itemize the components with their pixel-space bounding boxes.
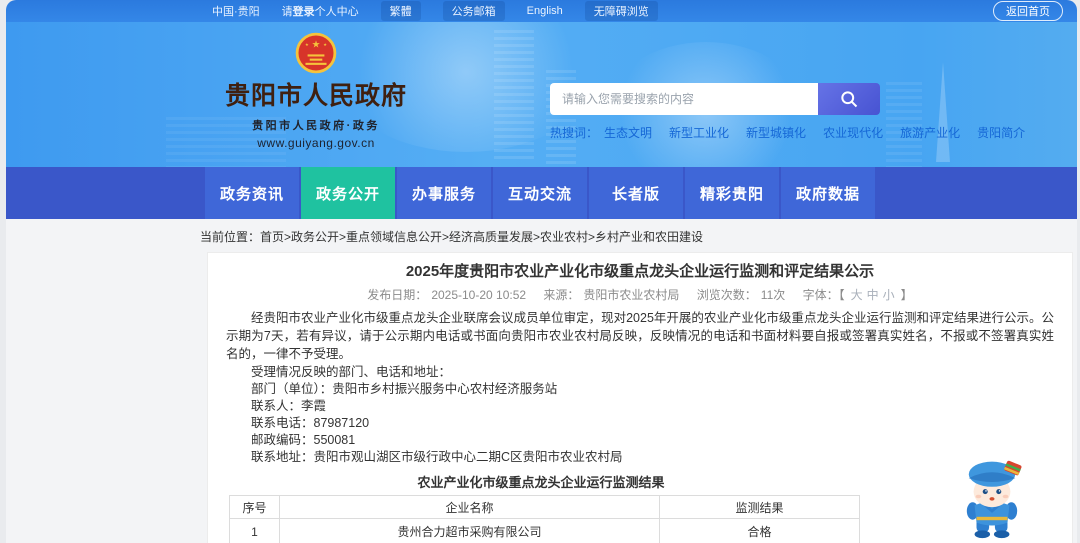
hot-search-word[interactable]: 生态文明 <box>604 126 652 140</box>
site-title: 贵阳市人民政府 <box>224 83 407 110</box>
contact-line: 联系电话：87987120 <box>251 416 370 430</box>
building-silhouette <box>886 82 922 167</box>
building-silhouette <box>494 30 534 160</box>
contact-line: 联系地址：贵阳市观山湖区市级行政中心二期C区贵阳市农业农村局 <box>251 450 623 464</box>
font-size-label: 字体：【 <box>802 288 845 302</box>
topbar-link[interactable]: 公务邮箱 <box>442 1 505 21</box>
site-url: www.guiyang.gov.cn <box>257 136 375 150</box>
site-subtitle: 贵阳市人民政府·政务 <box>252 120 380 132</box>
topbar-link[interactable]: 中国·贵阳 <box>212 3 260 19</box>
nav-item-政务公开[interactable]: 政务公开 <box>301 167 395 219</box>
publish-date: 2025-10-20 10:52 <box>431 288 527 302</box>
topbar-link[interactable]: 请登录个人中心 <box>282 3 359 19</box>
breadcrumb: 当前位置：首页>政务公开>重点领域信息公开>经济高质量发展>农业农村>乡村产业和… <box>6 219 1077 252</box>
nav-item-政务资讯[interactable]: 政务资讯 <box>205 167 299 219</box>
table-row: 1 贵州合力超市采购有限公司 合格 <box>229 518 860 543</box>
site-banner: ★ ★ ★ 贵阳市人民政府 贵阳市人民政府·政务 www.guiyang.gov… <box>6 22 1077 167</box>
contact-line: 邮政编码：550081 <box>251 433 356 447</box>
article-meta: 发布日期： 2025-10-20 10:52 来源： 贵阳市农业农村局 浏览次数： 1… <box>226 289 1054 301</box>
nav-item-办事服务[interactable]: 办事服务 <box>397 167 491 219</box>
article-body: 经贵阳市农业产业化市级重点龙头企业联席会议成员单位审定，现对2025年开展的农业… <box>226 309 1054 466</box>
contact-line: 部门（单位）：贵阳市乡村振兴服务中心农村经济服务站 <box>251 382 558 396</box>
search-icon <box>841 91 858 108</box>
article-title: 2025年度贵阳市农业产业化市级重点龙头企业运行监测和评定结果公示 <box>405 263 875 280</box>
source-value: 贵阳市农业农村局 <box>583 288 680 302</box>
font-size-option[interactable]: 大 <box>851 288 863 302</box>
table-cell: 合格 <box>659 518 860 543</box>
breadcrumb-label: 当前位置： <box>200 230 261 244</box>
views-value: 11次 <box>760 288 786 302</box>
table-header-cell: 序号 <box>229 495 280 519</box>
font-size-option[interactable]: 小 <box>883 288 895 302</box>
svg-text:★: ★ <box>312 39 321 50</box>
site-logo[interactable]: ★ ★ ★ 贵阳市人民政府 贵阳市人民政府·政务 www.guiyang.gov… <box>221 32 411 150</box>
national-emblem-icon: ★ ★ ★ <box>295 32 337 74</box>
hot-search-label: 热搜词： <box>550 126 599 140</box>
topbar-link[interactable]: 繁體 <box>380 1 421 21</box>
main-navbar: 政务资讯 政务公开 办事服务 互动交流 长者版 精彩贵阳 政府数据 <box>6 167 1077 219</box>
article-paragraph: 受理情况反映的部门、电话和地址： <box>251 365 452 379</box>
search-area: 热搜词： 生态文明 新型工业化 新型城镇化 农业现代化 旅游产业化 贵阳简介 <box>550 83 1025 141</box>
nav-item-长者版[interactable]: 长者版 <box>589 167 683 219</box>
table-caption: 农业产业化市级重点龙头企业运行监测结果 <box>417 475 665 490</box>
mascot-icon <box>965 460 1022 539</box>
font-size-option[interactable]: 中 <box>867 288 879 302</box>
article-card: 2025年度贵阳市农业产业化市级重点龙头企业运行监测和评定结果公示 发布日期： 2… <box>207 252 1073 543</box>
table-header-cell: 企业名称 <box>279 495 660 519</box>
publish-date-label: 发布日期： <box>367 288 428 302</box>
return-home-button[interactable]: 返回首页 <box>993 1 1063 21</box>
hot-search-word[interactable]: 农业现代化 <box>823 126 883 140</box>
article-paragraph: 经贵阳市农业产业化市级重点龙头企业联席会议成员单位审定，现对2025年开展的农业… <box>226 311 1054 361</box>
font-size-label-end: 】 <box>900 288 913 302</box>
site-window: 中国·贵阳 请登录个人中心 繁體 公务邮箱 English 无障碍浏览 返回首页 ★ ★ … <box>6 0 1077 543</box>
table-cell: 贵州合力超市采购有限公司 <box>279 518 660 543</box>
search-input[interactable] <box>550 83 818 115</box>
source-label: 来源： <box>543 288 580 302</box>
svg-text:★: ★ <box>305 42 309 47</box>
topbar-link[interactable]: English <box>527 5 563 17</box>
topbar-link[interactable]: 无障碍浏览 <box>584 1 658 21</box>
table-cell: 1 <box>229 518 280 543</box>
top-utility-bar: 中国·贵阳 请登录个人中心 繁體 公务邮箱 English 无障碍浏览 返回首页 <box>6 0 1077 22</box>
topbar-links: 中国·贵阳 请登录个人中心 繁體 公务邮箱 English 无障碍浏览 <box>212 1 680 21</box>
table-header-cell: 监测结果 <box>659 495 860 519</box>
mascot-widget[interactable] <box>948 450 1036 542</box>
nav-item-精彩贵阳[interactable]: 精彩贵阳 <box>685 167 779 219</box>
hot-search-row: 热搜词： 生态文明 新型工业化 新型城镇化 农业现代化 旅游产业化 贵阳简介 <box>550 124 1025 141</box>
hot-search-word[interactable]: 旅游产业化 <box>900 126 960 140</box>
nav-item-政府数据[interactable]: 政府数据 <box>781 167 875 219</box>
nav-item-互动交流[interactable]: 互动交流 <box>493 167 587 219</box>
search-button[interactable] <box>818 83 880 115</box>
hot-search-word[interactable]: 新型工业化 <box>669 126 729 140</box>
views-label: 浏览次数： <box>696 288 757 302</box>
tower-silhouette <box>936 62 950 162</box>
breadcrumb-path[interactable]: 首页>政务公开>重点领域信息公开>经济高质量发展>农业农村>乡村产业和农田建设 <box>260 230 703 244</box>
svg-text:★: ★ <box>323 42 327 47</box>
hot-search-word[interactable]: 贵阳简介 <box>977 126 1025 140</box>
contact-line: 联系人：李霞 <box>251 399 327 413</box>
table-header-row: 序号 企业名称 监测结果 <box>229 495 860 519</box>
monitor-result-table: 序号企业名称监测结果 1贵州合力超市采购有限公司合格2贵州友禾种业有限公司合格3… <box>229 495 860 543</box>
hot-search-word[interactable]: 新型城镇化 <box>746 126 806 140</box>
